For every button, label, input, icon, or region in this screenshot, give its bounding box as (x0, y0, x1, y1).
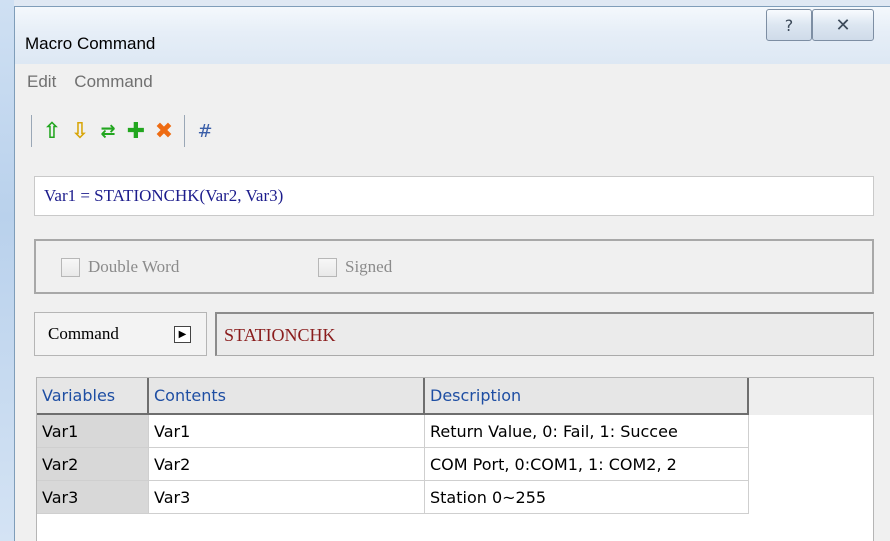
add-icon: ✚ (126, 118, 146, 144)
window-title: Macro Command (25, 34, 156, 53)
title-bar: Macro Command ? ✕ (15, 7, 890, 64)
delete-icon: ✖ (154, 118, 174, 144)
expand-arrow-icon[interactable]: ▶ (174, 326, 191, 343)
double-word-option[interactable]: Double Word (61, 257, 179, 277)
signed-option[interactable]: Signed (318, 257, 392, 277)
contents-cell[interactable]: Var2 (149, 448, 425, 481)
menu-bar: Edit Command (27, 72, 153, 92)
move-up-icon: ⇧ (42, 118, 62, 144)
contents-cell[interactable]: Var3 (149, 481, 425, 514)
double-word-checkbox[interactable] (61, 257, 80, 277)
command-button-label: Command (48, 324, 119, 343)
toolbar-separator (31, 115, 32, 147)
column-header-contents[interactable]: Contents (149, 378, 425, 415)
double-word-label: Double Word (88, 257, 180, 276)
delete-button[interactable]: ✖ (150, 116, 178, 146)
command-value-field[interactable]: STATIONCHK (215, 312, 874, 356)
description-cell[interactable]: Return Value, 0: Fail, 1: Succee (425, 415, 749, 448)
contents-cell[interactable]: Var1 (149, 415, 425, 448)
signed-checkbox[interactable] (318, 257, 337, 277)
command-button[interactable]: Command ▶ (34, 312, 207, 356)
expression-field[interactable]: Var1 = STATIONCHK(Var2, Var3) (34, 176, 874, 216)
move-down-icon: ⇩ (70, 118, 90, 144)
move-up-button[interactable]: ⇧ (38, 116, 66, 146)
background-window-edge (0, 0, 14, 541)
signed-label: Signed (345, 257, 393, 276)
description-cell[interactable]: COM Port, 0:COM1, 1: COM2, 2 (425, 448, 749, 481)
replace-button[interactable]: ⇄ (94, 116, 122, 146)
column-header-description[interactable]: Description (425, 378, 749, 415)
toolbar: ⇧ ⇩ ⇄ ✚ ✖ # (25, 114, 219, 148)
add-button[interactable]: ✚ (122, 116, 150, 146)
close-icon: ✕ (835, 14, 851, 36)
column-header-variables[interactable]: Variables (37, 378, 149, 415)
dialog-body: Edit Command ⇧ ⇩ ⇄ ✚ ✖ # Var1 = STATIONC… (15, 64, 890, 541)
replace-icon: ⇄ (100, 120, 116, 142)
hash-icon: # (197, 120, 213, 142)
close-button[interactable]: ✕ (812, 9, 874, 41)
macro-command-dialog: Macro Command ? ✕ Edit Command ⇧ ⇩ ⇄ ✚ ✖… (14, 6, 890, 541)
variable-cell[interactable]: Var3 (37, 481, 149, 514)
description-cell[interactable]: Station 0~255 (425, 481, 749, 514)
help-button[interactable]: ? (766, 9, 812, 41)
toolbar-separator (184, 115, 185, 147)
move-down-button[interactable]: ⇩ (66, 116, 94, 146)
help-icon: ? (784, 15, 794, 35)
header-filler (749, 378, 873, 415)
menu-edit[interactable]: Edit (27, 72, 56, 92)
variable-cell[interactable]: Var2 (37, 448, 149, 481)
menu-command[interactable]: Command (74, 72, 152, 92)
variables-table: Variables Contents Description Var1 Var1… (36, 377, 874, 541)
hash-button[interactable]: # (191, 116, 219, 146)
variable-cell[interactable]: Var1 (37, 415, 149, 448)
options-group: Double Word Signed (34, 239, 874, 294)
